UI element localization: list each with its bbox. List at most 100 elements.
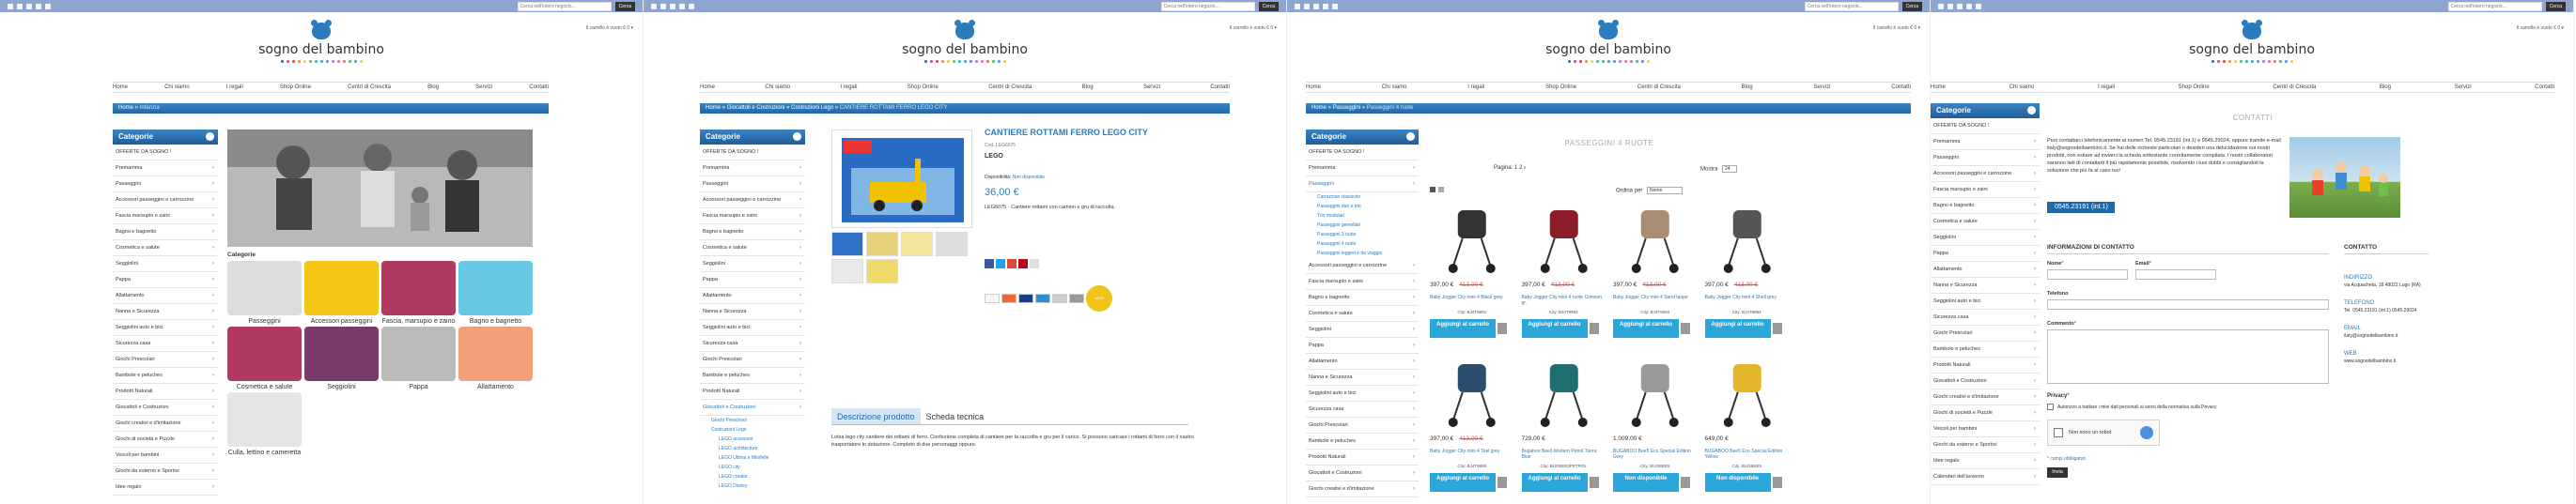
product-thumbnail[interactable] <box>866 232 898 256</box>
nav-item[interactable]: I regali <box>840 84 857 90</box>
tab-technical-sheet[interactable]: Scheda tecnica <box>921 408 990 424</box>
nav-item[interactable]: Contatti <box>1210 84 1230 90</box>
sidebar-item[interactable]: Passeggini › <box>1306 176 1419 192</box>
sidebar-item[interactable]: Idee regalo › <box>1931 453 2040 469</box>
sidebar-item[interactable]: Pappa › <box>113 272 218 288</box>
sidebar-item[interactable]: Premamma › <box>700 160 805 176</box>
show-select[interactable]: 24 <box>1722 165 1738 173</box>
sidebar-item[interactable]: Nanna e Sicurezza › <box>1306 370 1419 386</box>
add-to-cart-button[interactable]: Aggiungi al carrello <box>1430 473 1507 492</box>
search-button[interactable]: Cerca <box>2545 1 2566 11</box>
sidebar-item[interactable]: Premamma › <box>1931 134 2040 150</box>
category-card[interactable]: Culla, lettino e cameretta <box>227 392 302 456</box>
nav-item[interactable]: Home <box>700 84 715 90</box>
web-text[interactable]: www.sognodelbambino.it <box>2344 359 2429 365</box>
product-brand[interactable]: LEGO <box>985 153 1003 160</box>
product-thumbnail[interactable] <box>831 259 863 283</box>
sidebar-item[interactable]: Passeggini › <box>700 176 805 192</box>
twitter-icon[interactable] <box>660 3 666 9</box>
add-to-cart-button[interactable]: Non disponibile <box>1704 473 1782 492</box>
sidebar-item[interactable]: Accessori passeggini e carrozzine › <box>1306 258 1419 274</box>
sidebar-item[interactable]: Allattamento › <box>1306 354 1419 370</box>
email-input[interactable] <box>2135 269 2216 280</box>
sidebar-item[interactable]: Premamma › <box>1306 160 1419 176</box>
product-thumbnail[interactable] <box>936 232 968 256</box>
phone-icon[interactable] <box>1966 3 1972 9</box>
sidebar-subitem[interactable]: Passeggini duo e trio <box>1306 202 1419 211</box>
sidebar-item[interactable]: Seggiolini auto e bici › <box>113 320 218 336</box>
nav-item[interactable]: Contatti <box>2535 84 2554 90</box>
nav-item[interactable]: I regali <box>226 84 243 90</box>
twitter-icon[interactable] <box>1948 3 1953 9</box>
phone-icon[interactable] <box>36 3 41 9</box>
sidebar-item[interactable]: Giocattoli e Costruzioni › <box>1306 466 1419 481</box>
sidebar-item[interactable]: Fascia marsupio e zaini › <box>700 208 805 224</box>
sidebar-item[interactable]: Seggiolini auto e bici › <box>1931 294 2040 310</box>
add-to-cart-button[interactable]: Non disponibile <box>1613 473 1690 492</box>
nav-item[interactable]: Blog <box>1082 84 1094 90</box>
tab-description[interactable]: Descrizione prodotto <box>831 408 921 424</box>
site-logo[interactable]: sogno del bambino <box>1287 20 1930 63</box>
nav-item[interactable]: I regali <box>2098 84 2115 90</box>
phone-icon[interactable] <box>1323 3 1328 9</box>
sidebar-item[interactable]: Nanna e Sicurezza › <box>113 304 218 320</box>
breadcrumb-home[interactable]: Home <box>118 105 133 111</box>
nav-item[interactable]: Chi siamo <box>765 84 790 90</box>
sidebar-item[interactable]: Bambole e peluches › <box>700 368 805 384</box>
product-card[interactable]: 397,00 € 413,00 € Baby Jogger City mini 4 … <box>1521 201 1606 351</box>
sidebar-subitem[interactable]: LEGO accessori <box>700 435 805 444</box>
sidebar-subitem[interactable]: Trio modulari <box>1306 211 1419 221</box>
product-image[interactable] <box>1430 201 1514 276</box>
add-to-cart-button[interactable]: Aggiungi al carrello <box>1613 319 1690 338</box>
sidebar-item[interactable]: Giocattoli e Costruzioni › <box>113 400 218 416</box>
sidebar-subitem[interactable]: Passeggini gemellari <box>1306 221 1419 230</box>
facebook-share-icon[interactable] <box>985 259 994 268</box>
mail-icon[interactable] <box>45 3 51 9</box>
sidebar-item[interactable]: Calendari dell'avvento › <box>1931 469 2040 485</box>
sidebar-item[interactable]: Giochi creativi e d'imitazione › <box>1306 481 1419 497</box>
category-card[interactable]: Seggiolini <box>304 327 379 390</box>
add-to-cart-button[interactable]: Aggiungi al carrello <box>1521 473 1599 492</box>
sidebar-item[interactable]: Accessori passeggini e carrozzine › <box>1931 166 2040 182</box>
sidebar-subitem[interactable]: Passeggini 3 ruote <box>1306 230 1419 239</box>
category-card[interactable]: Accessori passeggini <box>304 261 379 325</box>
site-logo[interactable]: sogno del bambino <box>1931 20 2573 63</box>
sidebar-item[interactable]: Sicurezza casa › <box>113 336 218 352</box>
sidebar-item[interactable]: Bambole e peluches › <box>1306 434 1419 450</box>
category-card[interactable]: Allattamento <box>458 327 533 390</box>
sidebar-item[interactable]: Accessori passeggini e carrozzine › <box>113 192 218 208</box>
product-image[interactable] <box>1613 201 1698 276</box>
sidebar-item[interactable]: Bambole e peluches › <box>1931 342 2040 358</box>
product-name[interactable]: BUGABOO Bee5 Eco Special Edition Yellow <box>1705 449 1790 462</box>
grid-view-icon[interactable] <box>1430 187 1435 192</box>
sidebar-item[interactable]: Prodotti Naturali › <box>113 384 218 400</box>
recaptcha-checkbox[interactable] <box>2054 428 2063 437</box>
nav-item[interactable]: Home <box>1306 84 1321 90</box>
sidebar-item[interactable]: Sicurezza casa › <box>1931 310 2040 326</box>
sidebar-subitem[interactable]: Costruzioni Lego <box>700 425 805 435</box>
product-card[interactable]: 397,00 € 413,00 € Baby Jogger City mini 4 … <box>1613 201 1698 351</box>
category-card[interactable]: Pappa <box>381 327 456 390</box>
sidebar-item[interactable]: Pappa › <box>1931 246 2040 262</box>
sidebar-item[interactable]: Prodotti Naturali › <box>700 384 805 400</box>
product-name[interactable]: Baby Jogger City mini 4 Shell grey <box>1705 295 1790 308</box>
sidebar-item[interactable]: Cosmetica e salute › <box>700 240 805 256</box>
product-card[interactable]: 729,00 € Bugaboo Bee3 Modern Petrol Tierr… <box>1521 355 1606 504</box>
nav-item[interactable]: Shop Online <box>2179 84 2210 90</box>
nav-item[interactable]: Chi siamo <box>2010 84 2035 90</box>
sidebar-item[interactable]: Pappa › <box>1306 338 1419 354</box>
breadcrumb-level-2[interactable]: Costruzioni Lego <box>791 105 833 111</box>
instagram-icon[interactable] <box>1957 3 1963 9</box>
product-card[interactable]: 397,00 € 413,00 € Baby Jogger City mini 4 … <box>1704 201 1790 351</box>
search-button[interactable]: Cerca <box>1258 1 1279 11</box>
sidebar-item[interactable]: Allattamento › <box>113 288 218 304</box>
category-card[interactable]: Passeggini <box>227 261 302 325</box>
sidebar-item[interactable]: Giochi di società e Puzzle › <box>1931 405 2040 421</box>
sidebar-item[interactable]: Premamma › <box>113 160 218 176</box>
google-share-icon[interactable] <box>1007 259 1016 268</box>
email-text[interactable]: italy@sognodelbambino.it <box>2344 333 2429 340</box>
sidebar-item[interactable]: Passeggini › <box>1931 150 2040 166</box>
nav-item[interactable]: Centri di Crescita <box>348 84 391 90</box>
nav-item[interactable]: Home <box>1931 84 1946 90</box>
sidebar-item[interactable]: Veicoli per bambini › <box>113 448 218 464</box>
